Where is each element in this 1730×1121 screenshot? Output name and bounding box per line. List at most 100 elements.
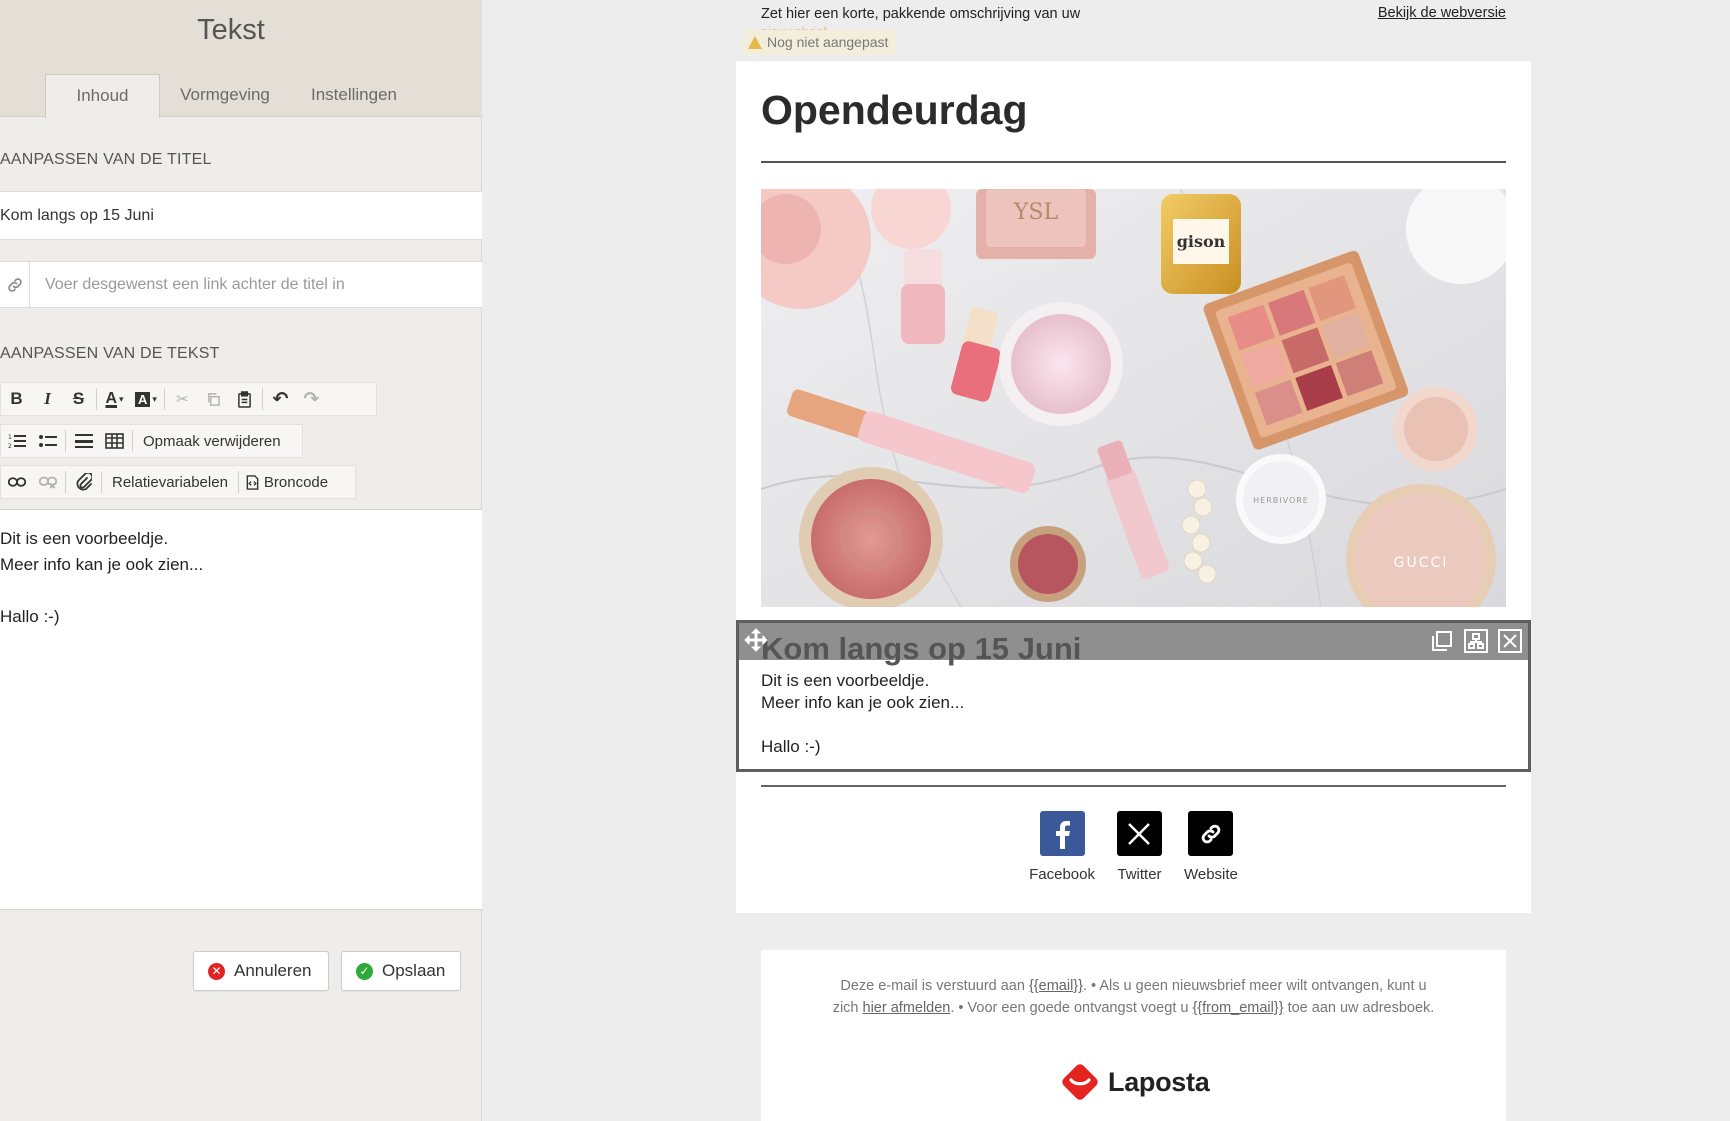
duplicate-icon[interactable] bbox=[1429, 628, 1455, 654]
laposta-logo[interactable]: Laposta bbox=[1058, 1060, 1210, 1104]
cancel-label: Annuleren bbox=[234, 961, 312, 980]
block-line: Meer info kan je ook zien... bbox=[761, 693, 965, 712]
block-text: Dit is een voorbeeldje. Meer info kan je… bbox=[761, 670, 964, 758]
cancel-icon: ✕ bbox=[208, 962, 225, 980]
divider bbox=[761, 785, 1506, 787]
laposta-logo-icon bbox=[1062, 1064, 1098, 1100]
background-color-button[interactable]: A ▾ bbox=[130, 383, 162, 415]
title-input[interactable]: Kom langs op 15 Juni bbox=[0, 191, 482, 240]
toolbar-separator bbox=[132, 430, 133, 452]
editor-line: Meer info kan je ook zien... bbox=[0, 555, 204, 574]
social-website[interactable]: Website bbox=[1184, 811, 1238, 883]
webversion-link[interactable]: Bekijk de webversie bbox=[1378, 5, 1506, 21]
unsubscribe-link[interactable]: hier afmelden bbox=[863, 1000, 951, 1016]
block-line: Hallo :-) bbox=[761, 737, 821, 756]
cancel-button[interactable]: ✕ Annuleren bbox=[193, 951, 329, 991]
link-icon bbox=[0, 262, 30, 307]
tab-content[interactable]: Inhoud bbox=[45, 74, 160, 118]
twitter-label: Twitter bbox=[1117, 866, 1162, 883]
move-icon[interactable] bbox=[743, 627, 769, 653]
divider bbox=[761, 161, 1506, 163]
toolbar-separator bbox=[163, 388, 165, 410]
svg-text:YSL: YSL bbox=[1013, 200, 1059, 225]
title-section-label: AANPASSEN VAN DE TITEL bbox=[0, 151, 212, 168]
editor-line: Dit is een voorbeeldje. bbox=[0, 529, 169, 548]
undo-icon[interactable]: ↶ bbox=[265, 383, 296, 415]
bold-button[interactable]: B bbox=[1, 383, 32, 415]
social-links: Facebook Twitter Website bbox=[736, 811, 1531, 883]
toolbar-separator bbox=[261, 388, 263, 410]
social-twitter[interactable]: Twitter bbox=[1116, 811, 1162, 883]
copy-icon[interactable] bbox=[198, 383, 229, 415]
attachment-icon[interactable] bbox=[68, 466, 99, 498]
source-code-button[interactable]: Broncode bbox=[241, 466, 333, 498]
svg-text:2: 2 bbox=[8, 443, 12, 449]
insert-link-icon[interactable] bbox=[1, 466, 32, 498]
unlink-icon[interactable] bbox=[32, 466, 63, 498]
strikethrough-button[interactable]: S bbox=[63, 383, 94, 415]
save-button[interactable]: ✓ Opslaan bbox=[341, 951, 461, 991]
toolbar-separator bbox=[65, 430, 66, 452]
panel-header: Tekst Inhoud Vormgeving Instellingen bbox=[0, 0, 482, 118]
paste-icon[interactable] bbox=[229, 383, 260, 415]
title-link-row: Voer desgewenst een link achter de titel… bbox=[0, 261, 482, 308]
editor-toolbar-row-1: B I S A ▾ A ▾ ✂ ↶ ↷ bbox=[0, 382, 377, 416]
preheader-text[interactable]: Zet hier een korte, pakkende omschrijvin… bbox=[761, 5, 1106, 24]
table-icon[interactable] bbox=[99, 425, 130, 457]
x-icon bbox=[1116, 811, 1162, 856]
warning-icon bbox=[748, 36, 762, 49]
svg-text:HERBIVORE: HERBIVORE bbox=[1253, 496, 1309, 505]
from-email-variable-link[interactable]: {{from_email}} bbox=[1192, 1000, 1283, 1016]
svg-text:GUCCI: GUCCI bbox=[1394, 555, 1449, 571]
social-facebook[interactable]: Facebook bbox=[1029, 811, 1095, 883]
delete-block-icon[interactable] bbox=[1497, 628, 1523, 654]
hero-image-cosmetics[interactable]: YSL gison HERBIVORE GUCCI bbox=[761, 189, 1506, 607]
not-changed-label: Nog niet aangepast bbox=[767, 34, 889, 50]
footer-text-part: toe aan uw adresboek. bbox=[1283, 1000, 1435, 1016]
tab-design[interactable]: Vormgeving bbox=[170, 74, 280, 117]
footer-text-part: Deze e-mail is verstuurd aan bbox=[840, 978, 1029, 994]
email-variable-link[interactable]: {{email}} bbox=[1029, 978, 1083, 994]
toolbar-separator bbox=[101, 471, 102, 493]
toolbar-separator bbox=[65, 471, 66, 493]
toolbar-separator bbox=[96, 388, 97, 410]
block-line: Dit is een voorbeeldje. bbox=[761, 671, 930, 690]
structure-icon[interactable] bbox=[1463, 628, 1489, 654]
numbered-list-icon[interactable]: 12 bbox=[1, 425, 32, 457]
remove-format-button[interactable]: Opmaak verwijderen bbox=[135, 433, 289, 450]
facebook-icon bbox=[1039, 811, 1085, 856]
source-code-label: Broncode bbox=[263, 473, 329, 491]
cut-icon[interactable]: ✂ bbox=[167, 383, 198, 415]
selected-text-block[interactable]: Kom langs op 15 Juni Dit is een voorbeel… bbox=[736, 620, 1531, 772]
redo-icon[interactable]: ↷ bbox=[296, 383, 327, 415]
block-title: Kom langs op 15 Juni bbox=[761, 631, 1082, 666]
edit-panel: Tekst Inhoud Vormgeving Instellingen AAN… bbox=[0, 0, 482, 1121]
svg-text:1: 1 bbox=[8, 434, 12, 441]
toolbar-separator bbox=[237, 471, 239, 493]
relation-variables-button[interactable]: Relatievariabelen bbox=[104, 474, 236, 491]
website-label: Website bbox=[1183, 866, 1238, 883]
editor-line: Hallo :-) bbox=[0, 607, 60, 626]
horizontal-line-icon[interactable] bbox=[68, 425, 99, 457]
bulleted-list-icon[interactable] bbox=[32, 425, 63, 457]
text-color-button[interactable]: A ▾ bbox=[99, 383, 130, 415]
editor-toolbar-row-2: 12 Opmaak verwijderen bbox=[0, 424, 303, 458]
footer-text: Deze e-mail is verstuurd aan {{email}} . … bbox=[831, 975, 1436, 1019]
rich-text-editor[interactable]: Dit is een voorbeeldje. Meer info kan je… bbox=[0, 509, 482, 910]
email-footer: Deze e-mail is verstuurd aan {{email}} . … bbox=[761, 950, 1506, 1121]
save-label: Opslaan bbox=[382, 961, 446, 980]
not-changed-badge: Nog niet aangepast bbox=[743, 30, 897, 55]
panel-title: Tekst bbox=[197, 14, 265, 46]
title-link-input[interactable]: Voer desgewenst een link achter de titel… bbox=[45, 262, 345, 307]
logo-text: Laposta bbox=[1108, 1066, 1210, 1097]
link-icon bbox=[1188, 811, 1234, 856]
facebook-label: Facebook bbox=[1029, 866, 1095, 883]
email-content: Opendeurdag YSL gison HERBIVORE GUCCI Ko… bbox=[736, 61, 1531, 913]
footer-text-part: . • Voor een goede ontvangst voegt u bbox=[950, 1000, 1193, 1016]
editor-toolbar-row-3: Relatievariabelen Broncode bbox=[0, 465, 356, 499]
svg-text:gison: gison bbox=[1177, 232, 1226, 251]
tab-settings[interactable]: Instellingen bbox=[296, 74, 412, 117]
email-title[interactable]: Opendeurdag bbox=[761, 87, 1028, 134]
italic-button[interactable]: I bbox=[32, 383, 63, 415]
